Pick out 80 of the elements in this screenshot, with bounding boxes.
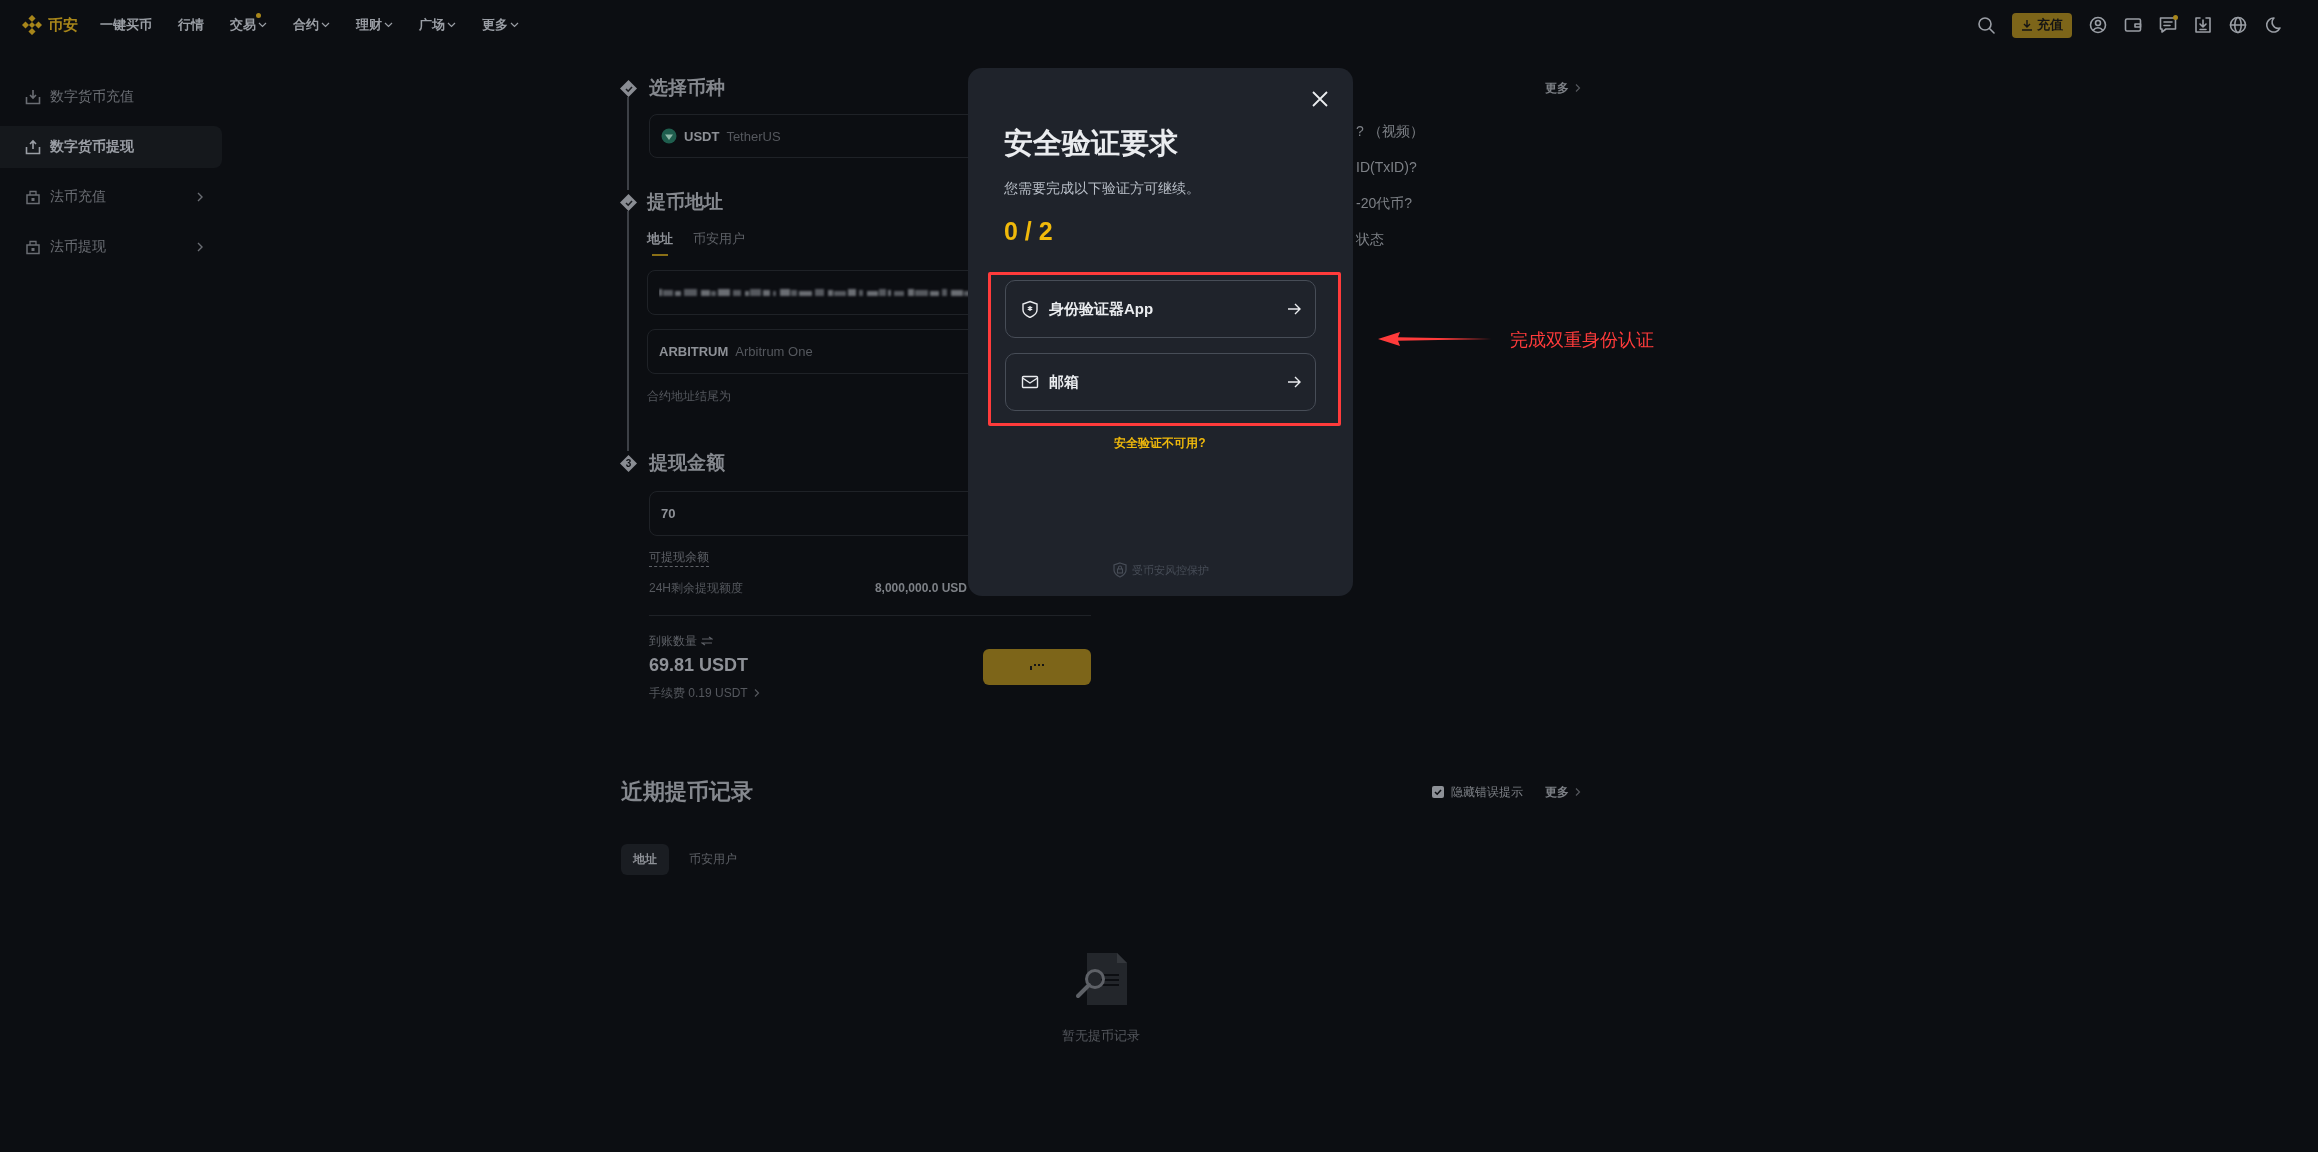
chevron-icon bbox=[196, 191, 204, 203]
history-tab[interactable]: 币安用户 bbox=[677, 844, 749, 875]
nav-link[interactable]: 理财 bbox=[356, 16, 393, 34]
sidebar-item[interactable]: 数字货币充值 bbox=[0, 76, 222, 118]
moon-icon[interactable] bbox=[2264, 16, 2282, 34]
history-tab[interactable]: 地址 bbox=[621, 844, 669, 875]
caret-icon bbox=[384, 22, 393, 28]
user-icon[interactable] bbox=[2089, 16, 2107, 34]
help-link[interactable]: 安全验证不可用? bbox=[1004, 435, 1316, 451]
chevron-icon bbox=[753, 688, 760, 698]
chevron-icon bbox=[1575, 787, 1581, 797]
check-icon bbox=[1433, 787, 1443, 797]
logo-icon bbox=[22, 15, 42, 35]
more-link[interactable]: 更多 bbox=[1545, 76, 1581, 100]
sidebar-item[interactable]: 数字货币提现 bbox=[0, 126, 222, 168]
sidebar-item[interactable]: 法币充值 bbox=[0, 176, 222, 218]
close-button[interactable] bbox=[1311, 90, 1329, 108]
logo-text[interactable]: 币安 bbox=[48, 15, 78, 35]
swap-icon[interactable] bbox=[701, 636, 713, 646]
receive-amount: 69.81 USDT bbox=[649, 654, 750, 677]
shield-lock-icon bbox=[1112, 562, 1127, 578]
caret-icon bbox=[321, 22, 330, 28]
faq-link[interactable]: 状态 bbox=[1356, 228, 1581, 251]
fee-text: 手续费 0.19 USDT bbox=[649, 685, 748, 702]
more-link[interactable]: 更多 bbox=[1545, 783, 1581, 801]
arrow-right-icon bbox=[1287, 376, 1301, 388]
limit-value: 8,000,000.0 USD bbox=[874, 580, 967, 597]
message-icon[interactable] bbox=[2159, 16, 2177, 34]
address-tab[interactable]: 地址 bbox=[647, 229, 673, 256]
coin-icon bbox=[661, 128, 677, 144]
wallet-icon[interactable] bbox=[2124, 16, 2142, 34]
caret-icon bbox=[258, 22, 267, 28]
no-records-icon bbox=[1073, 951, 1129, 1007]
nav-link[interactable]: 一键买币 bbox=[100, 16, 152, 34]
deposit-button[interactable]: 充值 bbox=[2012, 12, 2072, 38]
close-icon bbox=[1311, 90, 1329, 108]
chevron-icon bbox=[1575, 83, 1581, 93]
download-icon[interactable] bbox=[2194, 16, 2212, 34]
nav-link[interactable]: 行情 bbox=[178, 16, 204, 34]
step-marker: 3 bbox=[620, 455, 637, 472]
empty-message: 暂无提币记录 bbox=[1062, 1027, 1140, 1045]
caret-icon bbox=[447, 22, 456, 28]
section-title: 近期提币记录 bbox=[621, 778, 754, 806]
step-title: 选择币种 bbox=[649, 76, 725, 100]
globe-icon[interactable] bbox=[2229, 16, 2247, 34]
nav-link[interactable]: 合约 bbox=[293, 16, 330, 34]
faq-link[interactable]: ID(TxID)? bbox=[1356, 156, 1581, 179]
caret-icon bbox=[510, 22, 519, 28]
bank-icon bbox=[25, 239, 41, 255]
checkbox[interactable] bbox=[1432, 786, 1444, 798]
progress-count: 0 / 2 bbox=[1004, 216, 1054, 246]
search-icon[interactable] bbox=[1977, 16, 1995, 34]
limit-label: 24H剩余提现额度 bbox=[649, 580, 743, 597]
dialog-subtitle: 您需要完成以下验证方可继续。 bbox=[1004, 179, 1201, 198]
upload-icon bbox=[25, 139, 41, 155]
hint-text: 合约地址结尾为 bbox=[647, 388, 731, 405]
sidebar-item[interactable]: 法币提现 bbox=[0, 226, 222, 268]
available-label: 可提现余额 bbox=[649, 548, 709, 567]
faq-link[interactable]: ? （视频） bbox=[1356, 120, 1581, 143]
nav-link[interactable]: 更多 bbox=[482, 16, 519, 34]
verification-option[interactable]: 邮箱 bbox=[1005, 353, 1316, 411]
arrow-right-icon bbox=[1287, 303, 1301, 315]
faq-link[interactable]: -20代币? bbox=[1356, 192, 1581, 215]
mail-icon bbox=[1021, 373, 1039, 391]
checkbox-label: 隐藏错误提示 bbox=[1451, 783, 1523, 801]
loading-icon bbox=[1030, 664, 1044, 670]
verification-option[interactable]: 身份验证器App bbox=[1005, 280, 1316, 338]
shield-icon bbox=[1021, 300, 1039, 318]
receive-label: 到账数量 bbox=[649, 633, 697, 650]
annotation-text: 完成双重身份认证 bbox=[1510, 329, 1654, 352]
bank-icon bbox=[25, 189, 41, 205]
chevron-icon bbox=[196, 241, 204, 253]
address-tab[interactable]: 币安用户 bbox=[693, 229, 745, 256]
download-icon bbox=[2021, 19, 2033, 31]
notification-dot bbox=[2173, 15, 2178, 20]
nav-link[interactable]: 交易 bbox=[230, 16, 267, 34]
nav-link[interactable]: 广场 bbox=[419, 16, 456, 34]
step-title: 提现金额 bbox=[649, 451, 725, 475]
step-title: 提币地址 bbox=[647, 190, 723, 214]
download-icon bbox=[25, 89, 41, 105]
